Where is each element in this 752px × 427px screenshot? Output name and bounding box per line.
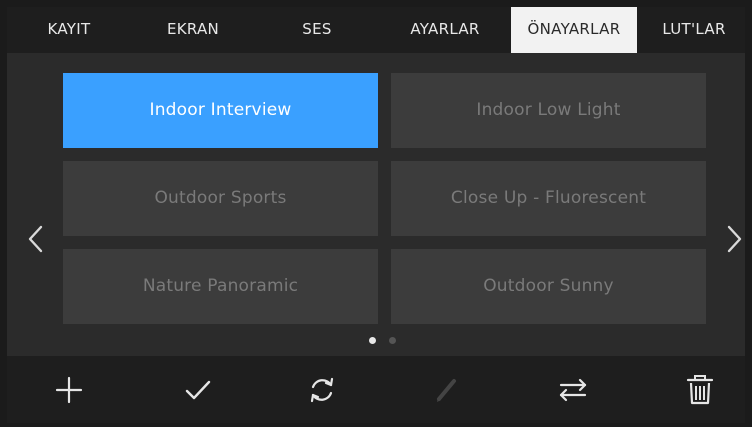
refresh-icon [310,377,334,403]
swap-arrows-icon [559,378,587,402]
preset-close-up-fluorescent[interactable]: Close Up - Fluorescent [391,161,706,236]
load-preset-button[interactable] [180,372,216,408]
chevron-left-icon [28,225,43,253]
preset-toolbar [7,356,745,423]
page-indicator [369,337,409,347]
preset-indoor-interview[interactable]: Indoor Interview [63,73,378,148]
chevron-right-icon [727,225,742,253]
tab-ekran[interactable]: EKRAN [131,7,255,53]
tab-onayarlar[interactable]: ÖNAYARLAR [511,7,637,53]
pencil-icon [437,379,456,402]
preset-indoor-low-light[interactable]: Indoor Low Light [391,73,706,148]
tab-luts[interactable]: LUT'LAR [643,7,745,53]
tab-ayarlar[interactable]: AYARLAR [379,7,511,53]
page-dot-2[interactable] [389,337,396,344]
preset-outdoor-sunny[interactable]: Outdoor Sunny [391,249,706,324]
next-page-button[interactable] [719,219,745,259]
import-export-button[interactable] [555,372,591,408]
plus-icon [55,376,83,404]
tab-bar: KAYIT EKRAN SES AYARLAR ÖNAYARLAR LUT'LA… [7,7,745,53]
page-dot-1[interactable] [369,337,376,344]
presets-screen: KAYIT EKRAN SES AYARLAR ÖNAYARLAR LUT'LA… [7,7,745,423]
update-preset-button[interactable] [304,372,340,408]
preset-outdoor-sports[interactable]: Outdoor Sports [63,161,378,236]
tab-kayit[interactable]: KAYIT [7,7,131,53]
tab-ses[interactable]: SES [255,7,379,53]
previous-page-button[interactable] [21,219,51,259]
trash-icon [686,375,714,405]
delete-preset-button[interactable] [682,372,718,408]
preset-nature-panoramic[interactable]: Nature Panoramic [63,249,378,324]
rename-preset-button[interactable] [429,372,465,408]
checkmark-icon [185,380,211,400]
add-preset-button[interactable] [51,372,87,408]
